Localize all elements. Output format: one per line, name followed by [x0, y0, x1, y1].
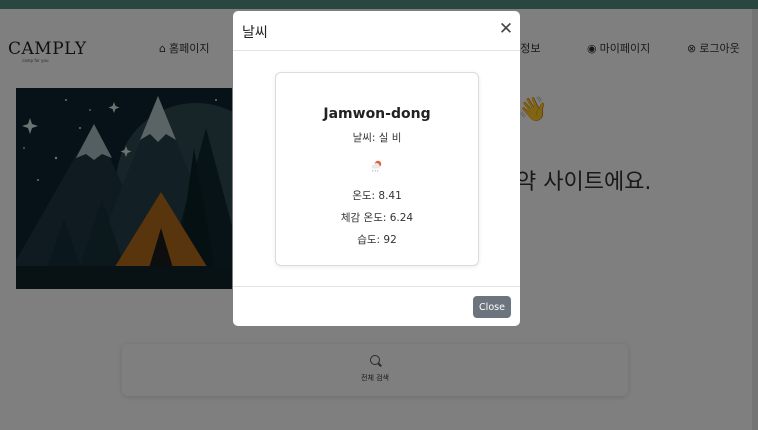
weather-description: 날씨: 실 비 [352, 132, 402, 144]
weather-modal: 날씨 ✕ Jamwon-dong 날씨: 실 비 온도: 8.41 체감 온도:… [233, 11, 520, 326]
modal-footer: Close [233, 286, 520, 326]
humidity: 습도: 92 [357, 234, 397, 246]
city-name: Jamwon-dong [323, 106, 431, 122]
weather-card: Jamwon-dong 날씨: 실 비 온도: 8.41 체감 온도: 6.24… [275, 72, 479, 266]
modal-header: 날씨 ✕ [233, 11, 520, 51]
close-icon[interactable]: ✕ [496, 19, 516, 39]
rain-cloud-icon [371, 160, 382, 172]
temperature: 온도: 8.41 [352, 190, 402, 202]
modal-title: 날씨 [242, 25, 268, 41]
feels-like-temperature: 체감 온도: 6.24 [340, 212, 414, 224]
close-button[interactable]: Close [473, 296, 511, 318]
